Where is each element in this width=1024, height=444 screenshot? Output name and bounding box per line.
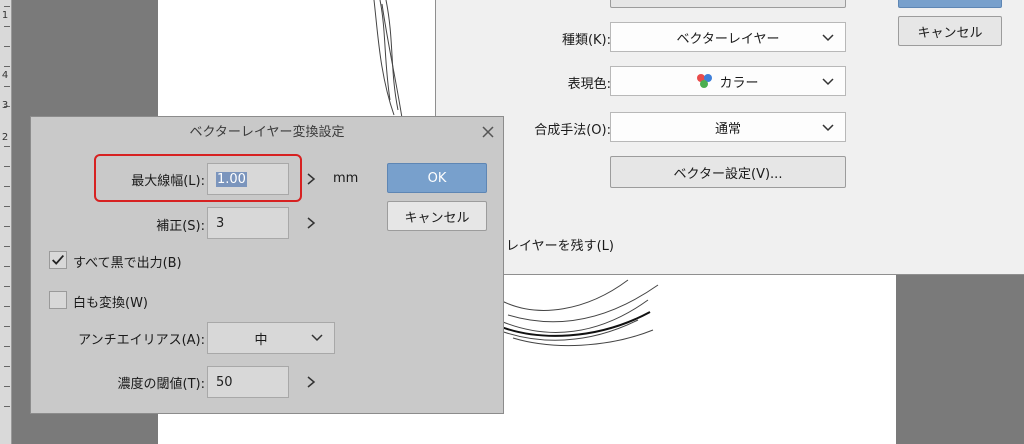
density-threshold-value: 50 (216, 374, 233, 390)
color-value: カラー (719, 75, 759, 91)
cancel-button[interactable]: キャンセル (387, 201, 487, 231)
ruler-number: 3 (1, 100, 9, 111)
kind-label: 種類(K): (561, 33, 611, 48)
close-icon[interactable] (481, 125, 495, 139)
white-convert-label[interactable]: 白も変換(W) (73, 292, 148, 311)
ruler-number: 1 (1, 10, 9, 21)
chevron-down-icon (822, 124, 834, 132)
correction-value: 3 (216, 215, 225, 231)
chevron-right-icon[interactable] (305, 216, 317, 230)
layer-properties-dialog: キャンセル 種類(K): ベクターレイヤー 表現色: カラー 合成手法(O): … (435, 0, 1024, 275)
keep-layer-label[interactable]: レイヤーを残す(L) (506, 235, 614, 254)
all-black-label[interactable]: すべて黒で出力(B) (73, 252, 182, 271)
color-label: 表現色: (567, 77, 611, 92)
density-threshold-input[interactable]: 50 (207, 366, 289, 398)
color-select[interactable]: カラー (610, 66, 846, 96)
ok-button-partial[interactable] (898, 0, 1002, 8)
chevron-down-icon (822, 34, 834, 42)
chevron-down-icon (311, 334, 323, 342)
highlight-box (94, 154, 302, 202)
vertical-ruler: 1 4 3 2 (0, 0, 12, 444)
chevron-right-icon[interactable] (305, 375, 317, 389)
antialias-label: アンチエイリアス(A): (78, 333, 205, 348)
blend-select[interactable]: 通常 (610, 112, 846, 142)
top-field[interactable] (610, 0, 846, 8)
correction-label: 補正(S): (156, 219, 205, 234)
checkmark-icon (52, 254, 64, 265)
color-dots-icon (697, 74, 713, 88)
correction-input[interactable]: 3 (207, 207, 289, 239)
dialog-title: ベクターレイヤー変換設定 (189, 125, 345, 140)
blend-label: 合成手法(O): (534, 123, 611, 138)
ok-button[interactable]: OK (387, 163, 487, 193)
antialias-select[interactable]: 中 (207, 322, 335, 354)
antialias-value: 中 (254, 332, 268, 348)
vector-settings-button[interactable]: ベクター設定(V)... (610, 156, 846, 188)
cancel-button[interactable]: キャンセル (898, 16, 1002, 46)
all-black-checkbox[interactable] (49, 251, 67, 269)
kind-select[interactable]: ベクターレイヤー (610, 22, 846, 52)
blend-value: 通常 (714, 121, 741, 137)
chevron-down-icon (822, 78, 834, 86)
ruler-number: 4 (1, 70, 9, 81)
white-convert-checkbox[interactable] (49, 291, 67, 309)
ruler-number: 2 (1, 132, 9, 143)
density-threshold-label: 濃度の閾値(T): (117, 377, 205, 392)
chevron-right-icon[interactable] (305, 172, 317, 186)
kind-value: ベクターレイヤー (676, 31, 780, 47)
unit-label: mm (333, 171, 359, 186)
